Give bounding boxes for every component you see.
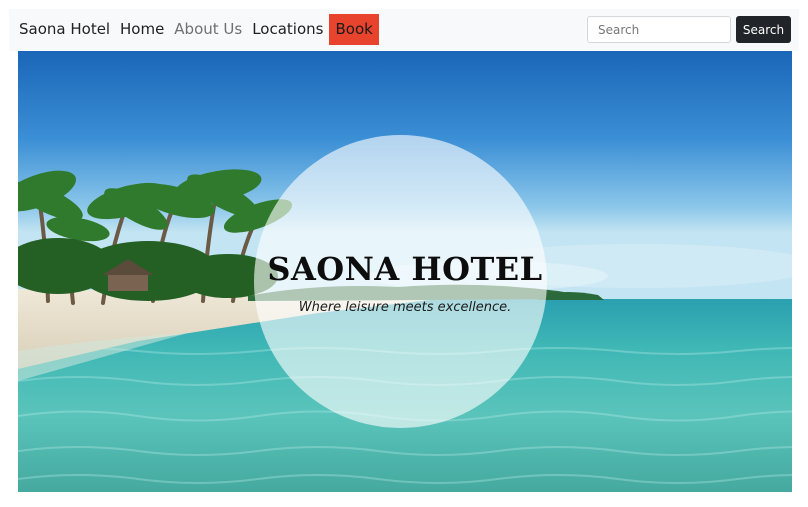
hero-tagline: Where leisure meets excellence. bbox=[298, 300, 512, 315]
nav-links: Home About Us Locations Book bbox=[115, 14, 379, 45]
nav-link-book[interactable]: Book bbox=[329, 14, 379, 45]
page: Saona Hotel Home About Us Locations Book… bbox=[0, 0, 808, 507]
brand-link[interactable]: Saona Hotel bbox=[19, 20, 110, 38]
search-input[interactable] bbox=[587, 16, 731, 43]
nav-link-home[interactable]: Home bbox=[115, 14, 169, 45]
nav-link-locations[interactable]: Locations bbox=[247, 14, 328, 45]
search-button[interactable]: Search bbox=[736, 16, 791, 43]
nav-link-about-us[interactable]: About Us bbox=[169, 14, 247, 45]
hero-banner: SAONA HOTEL Where leisure meets excellen… bbox=[18, 51, 792, 492]
navbar: Saona Hotel Home About Us Locations Book… bbox=[9, 9, 799, 51]
hero-title: SAONA HOTEL bbox=[267, 250, 543, 288]
